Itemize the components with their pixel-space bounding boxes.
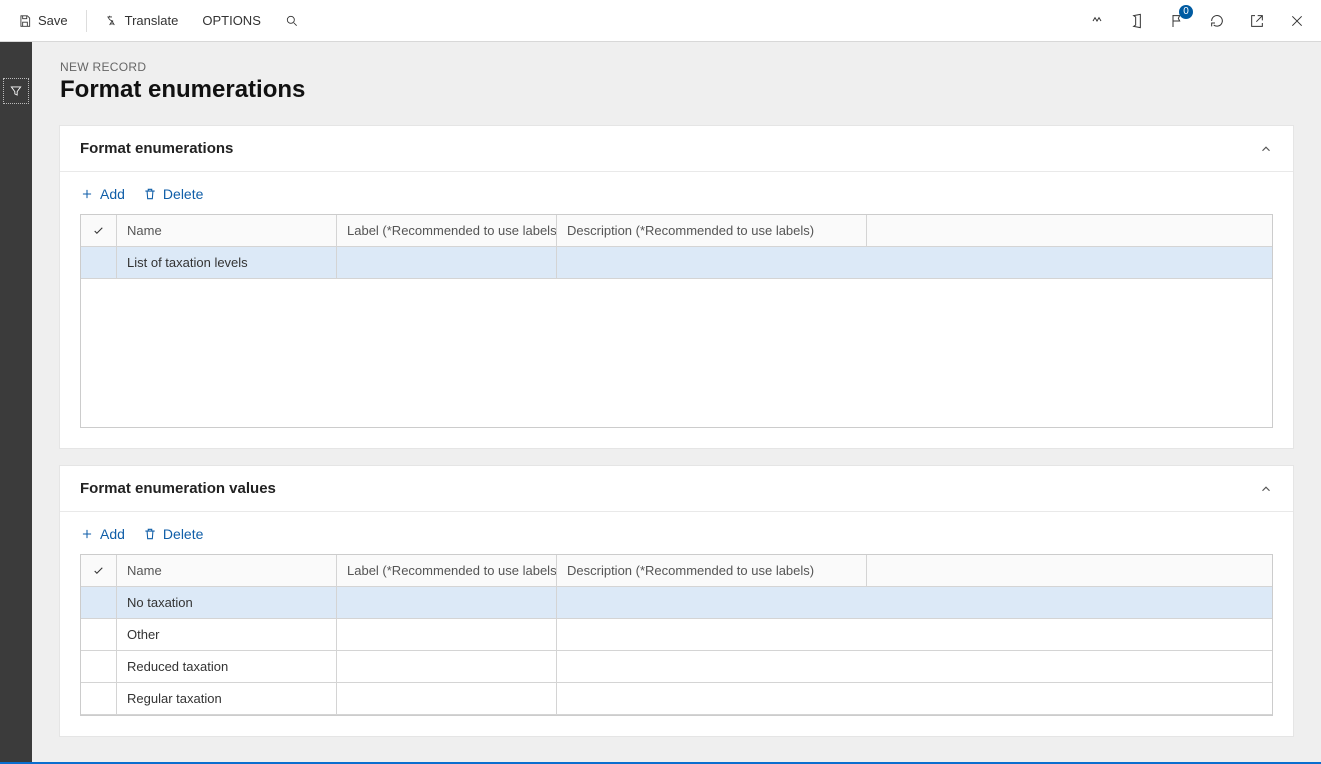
row-select[interactable] — [81, 587, 117, 618]
chevron-up-icon — [1259, 142, 1273, 156]
column-select[interactable] — [81, 215, 117, 246]
cell-description[interactable] — [557, 619, 867, 650]
row-select[interactable] — [81, 619, 117, 650]
search-button[interactable] — [275, 8, 309, 34]
toolbar-separator — [86, 10, 87, 32]
grid-values: Name Label (*Recommended to use labels) … — [80, 554, 1273, 716]
cell-label[interactable] — [337, 587, 557, 618]
translate-icon — [105, 14, 119, 28]
column-name[interactable]: Name — [117, 555, 337, 586]
column-label[interactable]: Label (*Recommended to use labels) — [337, 555, 557, 586]
cell-label[interactable] — [337, 247, 557, 278]
options-button[interactable]: OPTIONS — [192, 7, 271, 34]
check-icon — [92, 224, 105, 237]
table-row[interactable]: Reduced taxation — [81, 651, 1272, 683]
row-select[interactable] — [81, 683, 117, 714]
save-button[interactable]: Save — [8, 7, 78, 34]
page-title: Format enumerations — [60, 76, 1293, 104]
panel-title-values: Format enumeration values — [80, 480, 276, 497]
cell-description[interactable] — [557, 651, 867, 682]
cell-label[interactable] — [337, 651, 557, 682]
panel-header-enum[interactable]: Format enumerations — [60, 126, 1293, 172]
table-row[interactable]: Other — [81, 619, 1272, 651]
column-label[interactable]: Label (*Recommended to use labels) — [337, 215, 557, 246]
content-area: NEW RECORD Format enumerations Format en… — [32, 42, 1321, 762]
translate-button[interactable]: Translate — [95, 7, 189, 34]
cell-name[interactable]: No taxation — [117, 587, 337, 618]
close-button[interactable] — [1283, 7, 1311, 35]
refresh-button[interactable] — [1203, 7, 1231, 35]
add-button-enum[interactable]: Add — [80, 186, 125, 202]
column-name[interactable]: Name — [117, 215, 337, 246]
row-select[interactable] — [81, 247, 117, 278]
cell-name[interactable]: List of taxation levels — [117, 247, 337, 278]
panel-title-enum: Format enumerations — [80, 140, 233, 157]
trash-icon — [143, 527, 157, 541]
add-label: Add — [100, 526, 125, 542]
filter-button[interactable] — [3, 78, 29, 104]
column-spacer — [867, 215, 1272, 246]
close-icon — [1289, 13, 1305, 29]
panel-format-enumeration-values: Format enumeration values Add Delete — [60, 466, 1293, 736]
table-row[interactable]: No taxation — [81, 587, 1272, 619]
cell-description[interactable] — [557, 247, 867, 278]
breadcrumb: NEW RECORD — [60, 60, 1293, 74]
translate-label: Translate — [125, 13, 179, 28]
notifications-badge: 0 — [1179, 5, 1193, 19]
notifications-button[interactable]: 0 — [1163, 7, 1191, 35]
delete-label: Delete — [163, 186, 203, 202]
cell-name[interactable]: Reduced taxation — [117, 651, 337, 682]
grid-body-enum: List of taxation levels — [81, 247, 1272, 427]
check-icon — [92, 564, 105, 577]
grid-body-values: No taxation Other Reduced taxa — [81, 587, 1272, 715]
grid-header-row: Name Label (*Recommended to use labels) … — [81, 215, 1272, 247]
delete-button-enum[interactable]: Delete — [143, 186, 203, 202]
popout-icon — [1249, 13, 1265, 29]
panel-format-enumerations: Format enumerations Add Delete — [60, 126, 1293, 448]
office-icon — [1129, 13, 1145, 29]
chevron-up-icon — [1259, 482, 1273, 496]
table-row[interactable]: List of taxation levels — [81, 247, 1272, 279]
column-select[interactable] — [81, 555, 117, 586]
app-toolbar: Save Translate OPTIONS 0 — [0, 0, 1321, 42]
add-label: Add — [100, 186, 125, 202]
cell-name[interactable]: Other — [117, 619, 337, 650]
trash-icon — [143, 187, 157, 201]
save-label: Save — [38, 13, 68, 28]
connectivity-icon-button[interactable] — [1083, 7, 1111, 35]
options-label: OPTIONS — [202, 13, 261, 28]
connectivity-icon — [1089, 13, 1105, 29]
add-button-values[interactable]: Add — [80, 526, 125, 542]
office-icon-button[interactable] — [1123, 7, 1151, 35]
plus-icon — [80, 527, 94, 541]
main-layout: NEW RECORD Format enumerations Format en… — [0, 42, 1321, 762]
panel-header-values[interactable]: Format enumeration values — [60, 466, 1293, 512]
cell-label[interactable] — [337, 683, 557, 714]
save-icon — [18, 14, 32, 28]
popout-button[interactable] — [1243, 7, 1271, 35]
cell-label[interactable] — [337, 619, 557, 650]
search-icon — [285, 14, 299, 28]
row-select[interactable] — [81, 651, 117, 682]
grid-enum: Name Label (*Recommended to use labels) … — [80, 214, 1273, 428]
cell-description[interactable] — [557, 683, 867, 714]
filter-icon — [9, 84, 23, 98]
column-description[interactable]: Description (*Recommended to use labels) — [557, 555, 867, 586]
column-spacer — [867, 555, 1272, 586]
cell-name[interactable]: Regular taxation — [117, 683, 337, 714]
grid-header-row: Name Label (*Recommended to use labels) … — [81, 555, 1272, 587]
table-row[interactable]: Regular taxation — [81, 683, 1272, 715]
delete-button-values[interactable]: Delete — [143, 526, 203, 542]
column-description[interactable]: Description (*Recommended to use labels) — [557, 215, 867, 246]
cell-description[interactable] — [557, 587, 867, 618]
left-sidebar — [0, 42, 32, 762]
refresh-icon — [1209, 13, 1225, 29]
delete-label: Delete — [163, 526, 203, 542]
plus-icon — [80, 187, 94, 201]
